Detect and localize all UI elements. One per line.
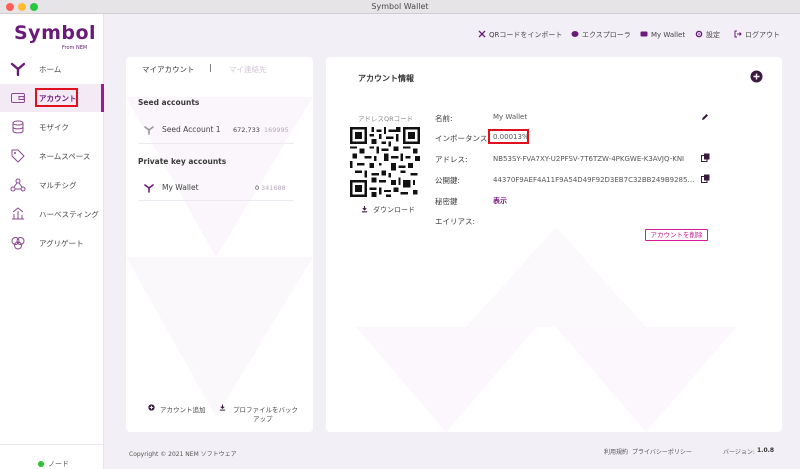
public-key-value: 44370F9AEF4A11F9A54D49F92D3EB7C32BB249B9… xyxy=(493,176,697,184)
symbol-home-icon xyxy=(10,62,26,77)
sidebar-item-mosaic[interactable]: モザイク xyxy=(0,113,104,141)
qr-import-label: QRコードをインポート xyxy=(489,31,563,39)
importance-label: インポータンス: xyxy=(435,134,490,143)
public-key-label: 公開鍵: xyxy=(435,176,461,185)
explorer-link[interactable]: エクスプローラ xyxy=(571,30,631,42)
logout-label: ログアウト xyxy=(745,31,780,39)
tab-separator: | xyxy=(209,63,212,72)
symbol-logo[interactable]: Symbol xyxy=(14,22,96,44)
download-label: ダウンロード xyxy=(373,206,415,214)
window-title: Symbol Wallet xyxy=(371,2,429,11)
accounts-panel xyxy=(126,57,313,432)
tag-icon xyxy=(11,149,25,163)
harvest-icon xyxy=(12,207,24,220)
private-key-label: 秘密鍵 xyxy=(435,197,458,206)
name-label: 名前: xyxy=(435,114,453,123)
account-balance: 0 xyxy=(255,184,260,192)
logo-subtitle: From NEM xyxy=(62,45,88,51)
sidebar-item-label: マルチシグ xyxy=(39,181,77,190)
account-row-my-wallet[interactable]: My Wallet 0 341688 xyxy=(138,182,308,196)
address-value: NB53SY-FVA7XY-U2PFSV-7T6TZW-4PKGWE-K3AVJ… xyxy=(493,155,685,163)
panel-background-pattern xyxy=(126,97,313,417)
sidebar-item-label: モザイク xyxy=(39,123,69,132)
logout-icon xyxy=(734,30,742,38)
address-label: アドレス: xyxy=(435,155,468,164)
download-icon xyxy=(219,404,226,411)
wallet-label: My Wallet xyxy=(651,31,686,39)
account-balance-decimal: 341688 xyxy=(261,184,286,192)
qr-import-link[interactable]: QRコードをインポート xyxy=(478,30,562,42)
sidebar-item-harvesting[interactable]: ハーベスティング xyxy=(0,200,104,228)
name-value: My Wallet xyxy=(493,113,528,121)
account-balance: 672,733 xyxy=(233,126,260,134)
annotation-highlight-importance xyxy=(488,129,529,144)
account-row-seed-1[interactable]: Seed Account 1 672,733 169995 xyxy=(138,124,308,138)
privacy-policy-link[interactable]: プライバシーポリシー xyxy=(632,447,692,456)
address-qr-code xyxy=(350,127,420,197)
tab-my-contacts[interactable]: マイ連絡先 xyxy=(229,64,267,75)
wallet-icon xyxy=(11,93,25,103)
terms-link[interactable]: 利用規約 xyxy=(604,447,628,456)
node-status-dot xyxy=(38,461,44,467)
tab-my-accounts[interactable]: マイアカウント xyxy=(142,64,195,75)
account-info-title: アカウント情報 xyxy=(358,74,414,83)
symbol-account-icon xyxy=(144,184,154,193)
logout-link[interactable]: ログアウト xyxy=(734,30,780,42)
account-name: My Wallet xyxy=(162,183,199,192)
window-titlebar: Symbol Wallet xyxy=(0,0,800,14)
row-divider xyxy=(138,143,294,144)
version-value: 1.0.8 xyxy=(757,447,775,454)
add-account-label: アカウント追加 xyxy=(160,406,206,414)
settings-link[interactable]: 設定 xyxy=(695,30,720,42)
aggregate-icon xyxy=(11,237,25,250)
gear-icon xyxy=(695,30,703,38)
add-circle-icon[interactable] xyxy=(750,70,763,83)
footer-copyright: Copyright © 2021 NEM ソフトウェア xyxy=(129,451,237,458)
node-label[interactable]: ノード xyxy=(48,459,69,469)
address-qr-label: アドレスQRコード xyxy=(358,115,414,123)
qr-import-icon xyxy=(478,30,486,38)
multisig-icon xyxy=(10,178,26,192)
copy-address-icon[interactable] xyxy=(701,153,710,162)
delete-account-button[interactable]: アカウントを削除 xyxy=(645,229,708,241)
account-name: Seed Account 1 xyxy=(162,125,221,134)
sidebar-item-aggregate[interactable]: アグリゲート xyxy=(0,229,104,257)
wallet-link[interactable]: My Wallet xyxy=(640,30,685,42)
version-label: バージョン: xyxy=(723,449,755,456)
account-balance-decimal: 169995 xyxy=(264,126,289,134)
settings-label: 設定 xyxy=(706,31,720,39)
sidebar-item-multisig[interactable]: マルチシグ xyxy=(0,171,104,199)
private-key-accounts-heading: Private key accounts xyxy=(138,157,227,166)
sidebar-item-namespace[interactable]: ネームスペース xyxy=(0,142,104,170)
edit-pencil-icon[interactable] xyxy=(701,113,709,121)
wallet-small-icon xyxy=(640,31,648,37)
row-divider xyxy=(138,200,294,201)
alias-label: エイリアス: xyxy=(435,217,476,226)
backup-profile-button[interactable]: プロファイルをバック アップ xyxy=(219,404,309,424)
sidebar: Symbol From NEM ホーム アカウント モザイク ネームスペース マ… xyxy=(0,14,104,469)
copy-public-key-icon[interactable] xyxy=(701,174,710,183)
sidebar-item-label: アグリゲート xyxy=(39,239,84,248)
annotation-highlight-account xyxy=(35,88,78,107)
sidebar-divider xyxy=(0,444,104,445)
sidebar-item-label: ネームスペース xyxy=(39,152,91,161)
sidebar-item-label: ハーベスティング xyxy=(39,210,99,219)
sidebar-item-home[interactable]: ホーム xyxy=(0,55,104,83)
symbol-account-icon xyxy=(144,126,154,135)
explorer-label: エクスプローラ xyxy=(582,31,631,39)
show-private-key-link[interactable]: 表示 xyxy=(493,196,507,206)
plus-circle-icon xyxy=(148,404,155,411)
sidebar-item-label: ホーム xyxy=(39,65,62,74)
download-icon xyxy=(361,205,368,213)
coins-icon xyxy=(12,120,24,134)
backup-profile-label-line2: アップ xyxy=(253,415,273,423)
explorer-icon xyxy=(571,31,579,37)
seed-accounts-heading: Seed accounts xyxy=(138,98,200,107)
